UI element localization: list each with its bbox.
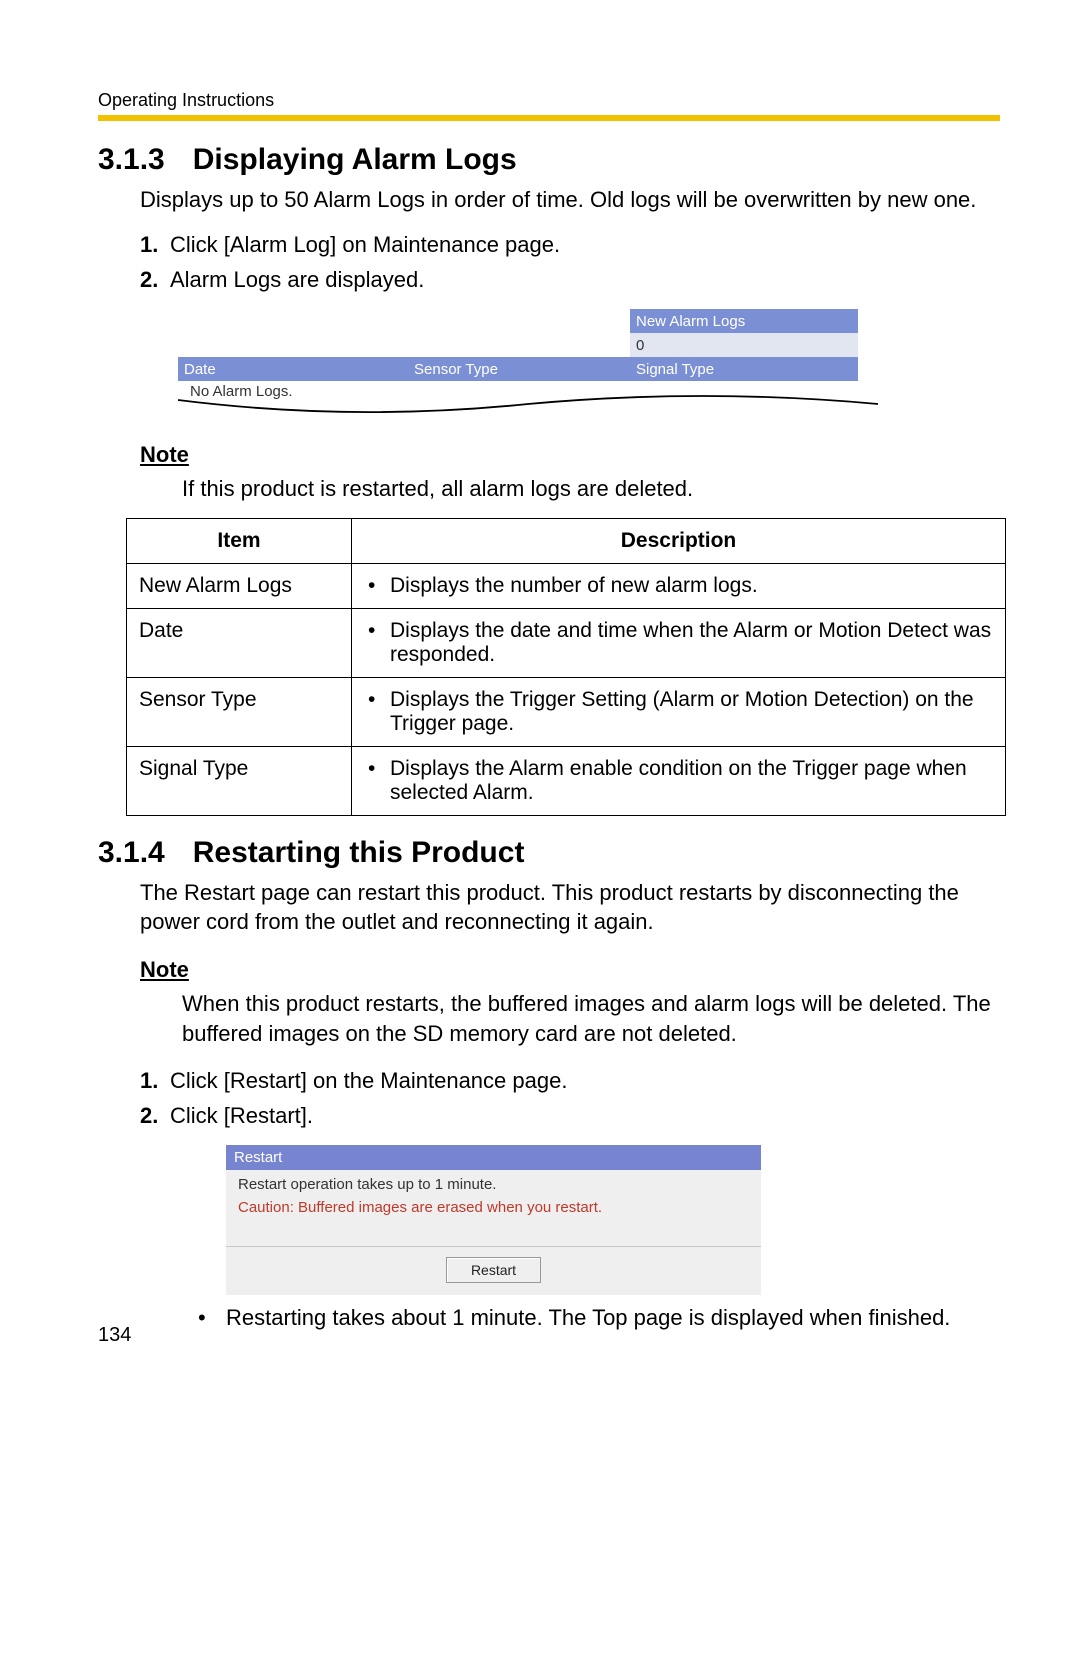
note-text: When this product restarts, the buffered… — [98, 989, 1000, 1048]
td-desc-text: Displays the date and time when the Alar… — [364, 619, 993, 667]
table-row: Signal Type Displays the Alarm enable co… — [127, 746, 1006, 815]
th-item: Item — [127, 518, 352, 563]
running-header: Operating Instructions — [98, 90, 1000, 111]
step-text: Alarm Logs are displayed. — [170, 267, 424, 292]
table-row: New Alarm Logs Displays the number of ne… — [127, 563, 1006, 608]
section-number: 3.1.3 — [98, 143, 165, 176]
section-intro: The Restart page can restart this produc… — [98, 878, 1000, 937]
note-text: If this product is restarted, all alarm … — [98, 474, 1000, 504]
alarm-logs-screenshot: New Alarm Logs 0 Date Sensor Type Signal… — [178, 309, 878, 422]
restart-button[interactable]: Restart — [446, 1257, 541, 1283]
note-heading: Note — [140, 442, 1000, 468]
note-heading: Note — [140, 957, 1000, 983]
td-desc: Displays the number of new alarm logs. — [352, 563, 1006, 608]
new-alarm-logs-label: New Alarm Logs — [630, 309, 858, 333]
section-title: Restarting this Product — [193, 836, 525, 869]
step-item: 2.Alarm Logs are displayed. — [140, 262, 1000, 297]
td-desc: Displays the date and time when the Alar… — [352, 608, 1006, 677]
section-heading-alarm-logs: 3.1.3 Displaying Alarm Logs — [98, 143, 1000, 177]
document-page: Operating Instructions 3.1.3 Displaying A… — [0, 0, 1080, 1373]
header-rule — [98, 115, 1000, 121]
col-signal-type: Signal Type — [630, 357, 858, 381]
restart-screenshot: Restart Restart operation takes up to 1 … — [226, 1145, 761, 1295]
section-number: 3.1.4 — [98, 836, 165, 869]
step-item: 2.Click [Restart]. — [140, 1098, 1000, 1133]
td-item: Date — [127, 608, 352, 677]
td-desc-text: Displays the Trigger Setting (Alarm or M… — [364, 688, 993, 736]
new-alarm-logs-count: 0 — [630, 333, 858, 357]
steps-list: 1.Click [Restart] on the Maintenance pag… — [98, 1063, 1000, 1133]
steps-list: 1.Click [Alarm Log] on Maintenance page.… — [98, 227, 1000, 297]
td-item: New Alarm Logs — [127, 563, 352, 608]
table-row: Date Displays the date and time when the… — [127, 608, 1006, 677]
step-text: Click [Restart]. — [170, 1103, 313, 1128]
td-desc-text: Displays the number of new alarm logs. — [364, 574, 993, 598]
td-desc: Displays the Trigger Setting (Alarm or M… — [352, 677, 1006, 746]
td-desc-text: Displays the Alarm enable condition on t… — [364, 757, 993, 805]
page-number: 134 — [98, 1324, 131, 1347]
divider — [226, 1246, 761, 1247]
td-item: Sensor Type — [127, 677, 352, 746]
step-text: Click [Alarm Log] on Maintenance page. — [170, 232, 560, 257]
section-intro: Displays up to 50 Alarm Logs in order of… — [98, 185, 1000, 215]
table-row: Sensor Type Displays the Trigger Setting… — [127, 677, 1006, 746]
description-table: Item Description New Alarm Logs Displays… — [126, 518, 1006, 816]
step-text: Click [Restart] on the Maintenance page. — [170, 1068, 567, 1093]
td-desc: Displays the Alarm enable condition on t… — [352, 746, 1006, 815]
restart-caution: Caution: Buffered images are erased when… — [238, 1199, 751, 1216]
table-header-row: Item Description — [127, 518, 1006, 563]
section-heading-restart: 3.1.4 Restarting this Product — [98, 836, 1000, 870]
bullet-note: Restarting takes about 1 minute. The Top… — [98, 1303, 1000, 1333]
restart-panel-header: Restart — [226, 1145, 761, 1170]
section-title: Displaying Alarm Logs — [193, 143, 517, 176]
restart-message: Restart operation takes up to 1 minute. — [238, 1176, 751, 1193]
th-description: Description — [352, 518, 1006, 563]
step-item: 1.Click [Alarm Log] on Maintenance page. — [140, 227, 1000, 262]
step-item: 1.Click [Restart] on the Maintenance pag… — [140, 1063, 1000, 1098]
col-sensor-type: Sensor Type — [408, 357, 630, 381]
td-item: Signal Type — [127, 746, 352, 815]
col-date: Date — [178, 357, 408, 381]
